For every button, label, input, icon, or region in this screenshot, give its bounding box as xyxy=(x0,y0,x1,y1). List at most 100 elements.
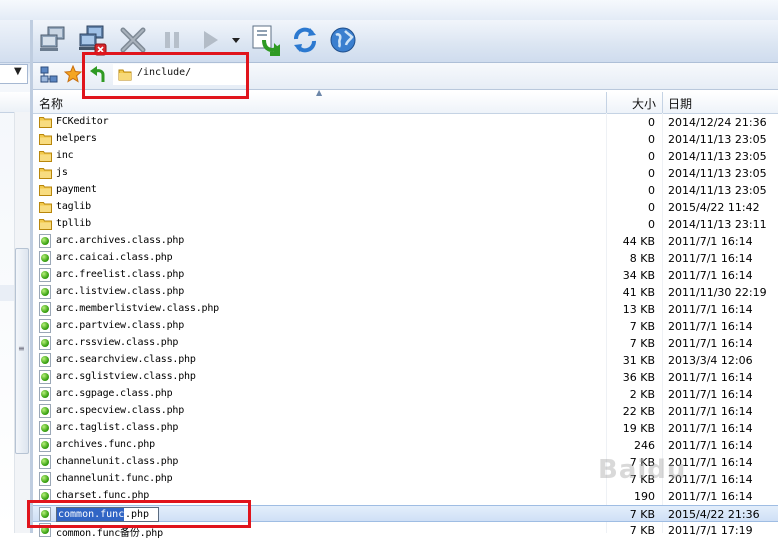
file-size: 22 KB xyxy=(622,405,655,418)
column-divider[interactable] xyxy=(606,92,607,113)
file-row[interactable]: arc.searchview.class.php 31 KB 2013/3/4 12… xyxy=(33,352,778,369)
file-name: arc.taglist.class.php xyxy=(56,422,179,433)
file-name: taglib xyxy=(56,201,91,212)
file-row[interactable]: payment 0 2014/11/13 23:05 xyxy=(33,182,778,199)
file-size: 36 KB xyxy=(622,371,655,384)
file-size: 7 KB xyxy=(629,320,655,333)
file-name: channelunit.class.php xyxy=(56,456,179,467)
pause-icon xyxy=(165,32,179,48)
file-size: 0 xyxy=(648,167,655,180)
file-size: 19 KB xyxy=(622,422,655,435)
file-date: 2011/7/1 16:14 xyxy=(668,405,753,418)
folder-icon xyxy=(39,151,52,162)
site-tree-icon xyxy=(40,66,58,83)
scroll-grip-icon: ≡ xyxy=(18,344,25,353)
file-name: tpllib xyxy=(56,218,91,229)
file-row[interactable]: arc.sglistview.class.php 36 KB 2011/7/1 16… xyxy=(33,369,778,386)
php-file-icon xyxy=(39,370,51,384)
file-row[interactable]: inc 0 2014/11/13 23:05 xyxy=(33,148,778,165)
folder-icon xyxy=(39,202,52,213)
file-name: inc xyxy=(56,150,74,161)
play-icon xyxy=(204,31,218,49)
php-file-icon xyxy=(39,285,51,299)
file-name: arc.listview.class.php xyxy=(56,286,185,297)
php-file-icon xyxy=(39,319,51,333)
folder-icon xyxy=(39,185,52,196)
file-row[interactable]: arc.caicai.class.php 8 KB 2011/7/1 16:14 xyxy=(33,250,778,267)
file-size: 44 KB xyxy=(622,235,655,248)
file-name: arc.partview.class.php xyxy=(56,320,185,331)
file-date: 2014/11/13 23:05 xyxy=(668,167,767,180)
php-file-icon xyxy=(39,268,51,282)
file-size: 7 KB xyxy=(629,508,655,521)
file-name: channelunit.func.php xyxy=(56,473,173,484)
php-file-icon xyxy=(39,387,51,401)
file-size: 0 xyxy=(648,150,655,163)
file-row[interactable]: arc.archives.class.php 44 KB 2011/7/1 16:1… xyxy=(33,233,778,250)
file-date: 2014/12/24 21:36 xyxy=(668,116,767,129)
column-header-size[interactable]: 大小 xyxy=(632,95,656,112)
file-row[interactable]: taglib 0 2015/4/22 11:42 xyxy=(33,199,778,216)
file-size: 31 KB xyxy=(622,354,655,367)
file-row[interactable]: arc.sgpage.class.php 2 KB 2011/7/1 16:14 xyxy=(33,386,778,403)
php-file-icon xyxy=(39,251,51,265)
left-list-item[interactable] xyxy=(0,285,14,301)
transfer-button[interactable] xyxy=(249,22,283,58)
file-row[interactable]: arc.taglist.class.php 19 KB 2011/7/1 16:14 xyxy=(33,420,778,437)
file-date: 2011/7/1 16:14 xyxy=(668,439,753,452)
file-size: 34 KB xyxy=(622,269,655,282)
connect-button[interactable] xyxy=(37,22,71,58)
file-date: 2015/4/22 11:42 xyxy=(668,201,760,214)
file-name: arc.specview.class.php xyxy=(56,405,185,416)
column-divider[interactable] xyxy=(662,92,663,113)
left-toolbar xyxy=(0,20,30,63)
file-date: 2011/7/1 16:14 xyxy=(668,269,753,282)
folder-icon xyxy=(39,117,52,128)
php-file-icon xyxy=(39,472,51,486)
refresh-button[interactable] xyxy=(288,22,322,58)
file-row[interactable]: arc.freelist.class.php 34 KB 2011/7/1 16:1… xyxy=(33,267,778,284)
file-date: 2011/7/1 16:14 xyxy=(668,337,753,350)
file-date: 2011/7/1 16:14 xyxy=(668,235,753,248)
file-size: 0 xyxy=(648,218,655,231)
file-row[interactable]: tpllib 0 2014/11/13 23:11 xyxy=(33,216,778,233)
file-date: 2011/7/1 16:14 xyxy=(668,320,753,333)
site-manager-button[interactable] xyxy=(40,66,58,87)
file-date: 2011/7/1 16:14 xyxy=(668,252,753,265)
file-date: 2011/7/1 16:14 xyxy=(668,303,753,316)
file-date: 2011/7/1 16:14 xyxy=(668,371,753,384)
php-file-icon xyxy=(39,353,51,367)
file-name: helpers xyxy=(56,133,97,144)
file-date: 2011/7/1 16:14 xyxy=(668,388,753,401)
window-top-strip xyxy=(0,0,778,21)
file-size: 7 KB xyxy=(629,524,655,537)
left-list-header xyxy=(0,92,30,113)
file-row[interactable]: arc.rssview.class.php 7 KB 2011/7/1 16:14 xyxy=(33,335,778,352)
file-date: 2014/11/13 23:11 xyxy=(668,218,767,231)
favorites-button[interactable] xyxy=(63,64,83,86)
file-row[interactable]: js 0 2014/11/13 23:05 xyxy=(33,165,778,182)
file-row[interactable]: arc.partview.class.php 7 KB 2011/7/1 16:14 xyxy=(33,318,778,335)
file-row[interactable]: arc.listview.class.php 41 KB 2011/11/30 22… xyxy=(33,284,778,301)
php-file-icon xyxy=(39,455,51,469)
file-size: 0 xyxy=(648,133,655,146)
chevron-down-icon[interactable]: ▼ xyxy=(14,66,22,77)
file-size: 190 xyxy=(634,490,655,503)
file-row[interactable]: helpers 0 2014/11/13 23:05 xyxy=(33,131,778,148)
file-row[interactable]: arc.specview.class.php 22 KB 2011/7/1 16:1… xyxy=(33,403,778,420)
file-size: 246 xyxy=(634,439,655,452)
column-header-date[interactable]: 日期 xyxy=(668,95,692,112)
php-file-icon xyxy=(39,404,51,418)
column-header-name[interactable]: 名称 xyxy=(39,95,63,112)
file-date: 2014/11/13 23:05 xyxy=(668,150,767,163)
file-row[interactable]: FCKeditor 0 2014/12/24 21:36 xyxy=(33,114,778,131)
file-row[interactable]: arc.memberlistview.class.php 13 KB 2011/7/… xyxy=(33,301,778,318)
php-file-icon xyxy=(39,234,51,248)
globe-button[interactable] xyxy=(326,22,360,58)
folder-icon xyxy=(39,134,52,145)
file-date: 2011/11/30 22:19 xyxy=(668,286,767,299)
file-size: 7 KB xyxy=(629,337,655,350)
file-size: 0 xyxy=(648,201,655,214)
file-row[interactable]: archives.func.php 246 2011/7/1 16:14 xyxy=(33,437,778,454)
folder-icon xyxy=(39,168,52,179)
